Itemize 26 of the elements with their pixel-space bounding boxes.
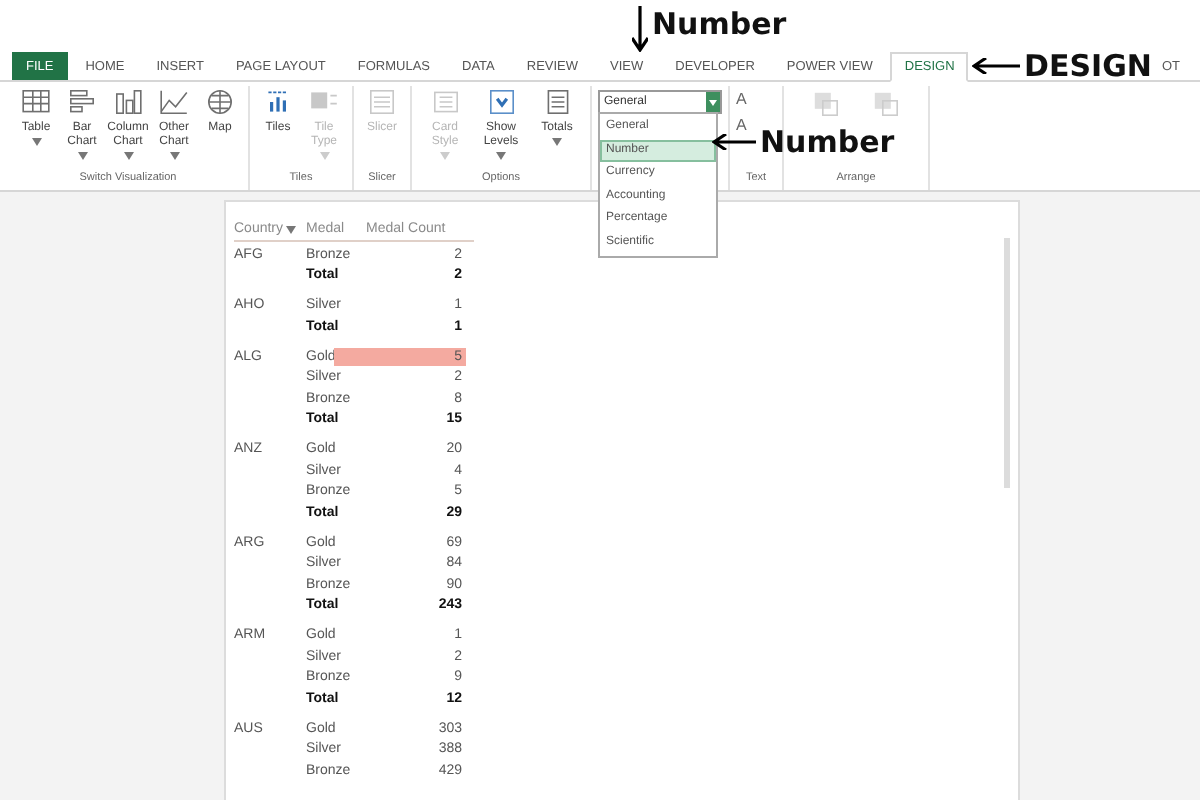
list-icon (366, 86, 398, 118)
annotation-label: DESIGN (1024, 48, 1152, 84)
card-icon (429, 86, 461, 118)
arrow-icon (972, 58, 1020, 74)
table-icon (20, 86, 52, 118)
caret-icon (319, 152, 329, 160)
globe-icon (204, 86, 236, 118)
caret-icon (552, 138, 562, 146)
annotation-label: Number (652, 6, 787, 42)
line-chart-icon (158, 86, 190, 118)
caret-icon (77, 152, 87, 160)
caret-icon (496, 152, 506, 160)
bar-chart-icon (66, 86, 98, 118)
scrollbar[interactable] (1004, 238, 1010, 488)
layers-icon (870, 88, 902, 120)
layers-icon (810, 88, 842, 120)
annotation-label: Number (760, 124, 895, 160)
arrow-icon (632, 6, 648, 52)
caret-icon (285, 226, 296, 234)
caret-icon (169, 152, 179, 160)
caret-icon (31, 138, 41, 146)
arrow-icon (712, 134, 756, 150)
column-chart-icon (112, 86, 144, 118)
font-size-button[interactable]: A (736, 90, 776, 114)
caret-icon (440, 152, 450, 160)
caret-icon (123, 152, 133, 160)
